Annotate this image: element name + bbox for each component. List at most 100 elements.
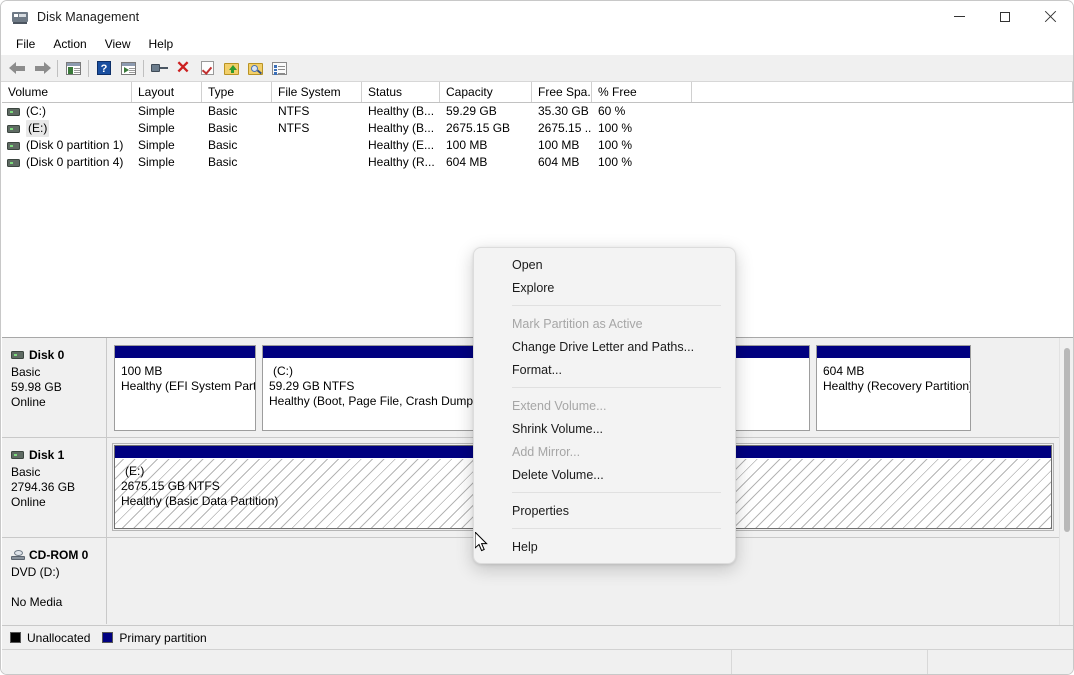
cell-free-space: 2675.15 ... [538, 121, 592, 135]
maximize-button[interactable] [982, 1, 1027, 32]
context-menu-item-explore[interactable]: Explore [474, 276, 735, 299]
properties-button[interactable] [267, 57, 291, 79]
column-header-layout[interactable]: Layout [132, 82, 202, 102]
volume-list-header: Volume Layout Type File System Status Ca… [2, 82, 1073, 103]
cell-layout: Simple [138, 155, 175, 169]
cell-type: Basic [208, 104, 238, 118]
minimize-button[interactable] [937, 1, 982, 32]
disk-info-cdrom-0[interactable]: CD-ROM 0 DVD (D:) No Media [2, 538, 107, 624]
forward-arrow-icon [33, 61, 51, 75]
menu-help[interactable]: Help [140, 34, 183, 54]
toolbar-separator [143, 59, 144, 77]
volume-list-rows: (C:) Simple Basic NTFS Healthy (B... 59.… [2, 103, 1073, 171]
help-icon: ? [97, 61, 111, 75]
menu-file[interactable]: File [7, 34, 44, 54]
disk-info-disk-1[interactable]: Disk 1 Basic 2794.36 GB Online [2, 438, 107, 537]
cell-status: Healthy (B... [368, 121, 435, 135]
context-menu-item-delete-volume[interactable]: Delete Volume... [474, 463, 735, 486]
table-row[interactable]: (C:) Simple Basic NTFS Healthy (B... 59.… [2, 103, 1073, 120]
cdrom-0-title-row: CD-ROM 0 [11, 548, 106, 562]
disk-1-size: 2794.36 GB [11, 480, 76, 494]
cell-file-system: NTFS [278, 104, 310, 118]
column-header-percent-free[interactable]: % Free [592, 82, 692, 102]
title-bar: Disk Management [1, 1, 1073, 32]
legend-swatch-primary-partition [102, 632, 114, 643]
disk-0-size: 59.98 GB [11, 380, 62, 394]
context-menu-item-shrink-volume[interactable]: Shrink Volume... [474, 417, 735, 440]
partition-efi[interactable]: 100 MB Healthy (EFI System Parti [114, 345, 256, 431]
cell-percent-free: 60 % [598, 104, 626, 118]
disk-1-title-row: Disk 1 [11, 448, 106, 462]
cell-volume-label: (C:) [26, 104, 46, 118]
menu-bar: File Action View Help [1, 32, 1073, 55]
disk-0-title-row: Disk 0 [11, 348, 106, 362]
cell-free-space: 35.30 GB [538, 104, 589, 118]
table-row[interactable]: (Disk 0 partition 4) Simple Basic Health… [2, 154, 1073, 171]
legend-swatch-unallocated [10, 632, 21, 643]
cell-capacity: 604 MB [446, 155, 488, 169]
connect-button[interactable] [147, 57, 171, 79]
disk-1-name: Disk 1 [29, 448, 65, 462]
context-menu-item-change-drive-letter-and-paths[interactable]: Change Drive Letter and Paths... [474, 335, 735, 358]
menu-view[interactable]: View [96, 34, 140, 54]
column-header-type[interactable]: Type [202, 82, 272, 102]
disk-info-disk-0[interactable]: Disk 0 Basic 59.98 GB Online [2, 338, 107, 437]
show-action-pane-button[interactable] [116, 57, 140, 79]
delete-icon: ✕ [175, 58, 191, 77]
cdrom-icon [11, 549, 25, 561]
cell-layout: Simple [138, 121, 175, 135]
context-menu: Open Explore Mark Partition as Active Ch… [473, 247, 736, 564]
partition-recovery-status: Healthy (Recovery Partition) [823, 379, 971, 393]
disk-pane-scrollbar[interactable] [1059, 338, 1073, 625]
cell-file-system: NTFS [278, 121, 310, 135]
status-segment-1 [732, 650, 928, 674]
table-row[interactable]: (Disk 0 partition 1) Simple Basic Health… [2, 137, 1073, 154]
partition-color-bar [817, 346, 970, 358]
context-menu-item-help[interactable]: Help [474, 535, 735, 558]
up-one-level-icon [65, 61, 81, 75]
up-one-level-button[interactable] [61, 57, 85, 79]
status-segment-main [2, 650, 732, 674]
context-menu-item-open[interactable]: Open [474, 253, 735, 276]
menu-action[interactable]: Action [44, 34, 95, 54]
cell-volume: (E:) [2, 120, 132, 137]
partition-recovery[interactable]: 604 MB Healthy (Recovery Partition) [816, 345, 971, 431]
window-title: Disk Management [37, 9, 140, 24]
disk-0-type: Basic [11, 365, 41, 379]
disk-0-name: Disk 0 [29, 348, 65, 362]
cell-percent-free: 100 % [598, 121, 633, 135]
disk-1-type: Basic [11, 465, 41, 479]
context-menu-item-properties[interactable]: Properties [474, 499, 735, 522]
volume-icon [7, 141, 20, 150]
rescan-disks-button[interactable] [243, 57, 267, 79]
delete-button[interactable]: ✕ [171, 57, 195, 79]
rescan-disks-icon [247, 62, 263, 75]
scrollbar-thumb[interactable] [1064, 348, 1070, 532]
cell-capacity: 2675.15 GB [446, 121, 511, 135]
help-button[interactable]: ? [92, 57, 116, 79]
column-header-capacity[interactable]: Capacity [440, 82, 532, 102]
verify-button[interactable] [195, 57, 219, 79]
column-header-free-space[interactable]: Free Spa... [532, 82, 592, 102]
context-menu-separator [512, 492, 721, 493]
forward-button[interactable] [30, 57, 54, 79]
legend-label-unallocated: Unallocated [27, 630, 91, 645]
new-volume-button[interactable] [219, 57, 243, 79]
column-header-volume[interactable]: Volume [2, 82, 132, 102]
disk-management-icon [12, 9, 28, 25]
cell-volume-label: (E:) [26, 120, 50, 137]
context-menu-item-add-mirror: Add Mirror... [512, 444, 581, 459]
cell-status: Healthy (E... [368, 138, 435, 152]
close-button[interactable] [1027, 1, 1073, 32]
cell-percent-free: 100 % [598, 138, 633, 152]
context-menu-item-format[interactable]: Format... [474, 358, 735, 381]
table-row[interactable]: (E:) Simple Basic NTFS Healthy (B... 267… [2, 120, 1073, 137]
column-header-file-system[interactable]: File System [272, 82, 362, 102]
cell-capacity: 59.29 GB [446, 104, 497, 118]
cell-volume: (Disk 0 partition 4) [2, 154, 132, 171]
cell-volume: (C:) [2, 103, 132, 120]
context-menu-separator [512, 305, 721, 306]
column-header-status[interactable]: Status [362, 82, 440, 102]
cdrom-0-state: No Media [11, 595, 63, 609]
back-button[interactable] [6, 57, 30, 79]
